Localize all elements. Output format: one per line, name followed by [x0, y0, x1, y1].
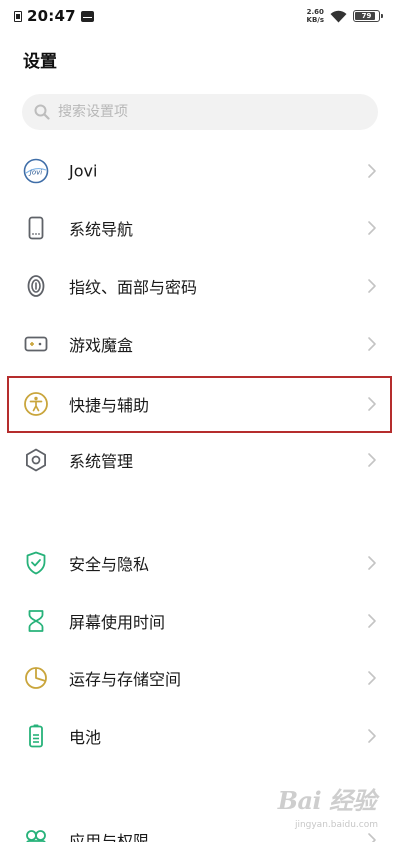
svg-text:Jovi: Jovi: [28, 169, 42, 177]
settings-item-label: 运存与存储空间: [69, 670, 182, 689]
settings-item-label: 屏幕使用时间: [69, 613, 166, 632]
settings-item-fingerprint-face-password[interactable]: 指纹、面部与密码: [0, 257, 400, 315]
settings-item-label: 游戏魔盒: [69, 336, 134, 355]
search-bar[interactable]: [22, 94, 378, 130]
chevron-right-icon: [368, 337, 376, 351]
settings-item-screen-time[interactable]: 屏幕使用时间: [0, 592, 400, 650]
wifi-icon: [330, 10, 347, 22]
settings-item-jovi[interactable]: Jovi Jovi: [0, 142, 400, 200]
search-input[interactable]: [58, 104, 338, 120]
watermark-url: jingyan.baidu.com: [294, 820, 378, 830]
chevron-right-icon: [368, 614, 376, 628]
game-box-icon: [22, 330, 50, 358]
settings-item-security-privacy[interactable]: 安全与隐私: [0, 534, 400, 592]
chevron-right-icon: [368, 279, 376, 293]
settings-item-memory-storage[interactable]: 运存与存储空间: [0, 649, 400, 707]
phone-navigation-icon: [22, 214, 50, 242]
jovi-icon: Jovi: [22, 157, 50, 185]
apps-permissions-icon: [22, 826, 50, 842]
system-settings-icon: [22, 446, 50, 474]
status-bar-right: 2.60 KB/s 79: [307, 8, 383, 24]
storage-pie-icon: [22, 664, 50, 692]
settings-item-game-box[interactable]: 游戏魔盒: [0, 315, 400, 373]
hourglass-icon: [22, 607, 50, 635]
network-speed-unit: KB/s: [306, 16, 324, 24]
status-bar: 20:47 2.60 KB/s 79: [0, 0, 400, 34]
settings-item-label: 快捷与辅助: [69, 396, 150, 415]
battery-status-icon: 79: [353, 10, 383, 22]
status-bar-left: 20:47: [14, 7, 94, 25]
chevron-right-icon: [368, 671, 376, 685]
network-speed-value: 2.60: [306, 8, 324, 16]
settings-item-label: 应用与权限: [69, 832, 150, 842]
settings-item-battery[interactable]: 电池: [0, 707, 400, 765]
chevron-right-icon: [368, 453, 376, 467]
sim-card-icon: [14, 10, 22, 22]
chevron-right-icon: [368, 729, 376, 743]
chevron-right-icon: [368, 833, 376, 842]
chevron-right-icon: [368, 164, 376, 178]
settings-item-label: 指纹、面部与密码: [69, 278, 198, 297]
chevron-right-icon: [368, 556, 376, 570]
settings-item-system-management[interactable]: 系统管理: [0, 431, 400, 489]
settings-item-label: 系统导航: [69, 220, 134, 239]
status-time: 20:47: [27, 7, 76, 25]
battery-icon: [22, 722, 50, 750]
settings-item-label: 系统管理: [69, 452, 134, 471]
settings-item-label: 安全与隐私: [69, 555, 150, 574]
message-notification-icon: [80, 10, 94, 22]
page-title: 设置: [23, 52, 57, 72]
settings-item-system-navigation[interactable]: 系统导航: [0, 199, 400, 257]
baidu-jingyan-watermark: Bai 经验: [277, 786, 377, 815]
accessibility-icon: [22, 390, 50, 418]
network-speed: 2.60 KB/s: [307, 8, 324, 24]
chevron-right-icon: [368, 397, 376, 411]
fingerprint-icon: [22, 272, 50, 300]
settings-item-label: Jovi: [69, 161, 98, 181]
settings-item-shortcuts-accessibility[interactable]: 快捷与辅助: [0, 375, 400, 433]
shield-check-icon: [22, 549, 50, 577]
settings-item-label: 电池: [69, 728, 102, 747]
search-icon: [34, 104, 50, 120]
battery-level: 79: [361, 12, 372, 20]
chevron-right-icon: [368, 221, 376, 235]
